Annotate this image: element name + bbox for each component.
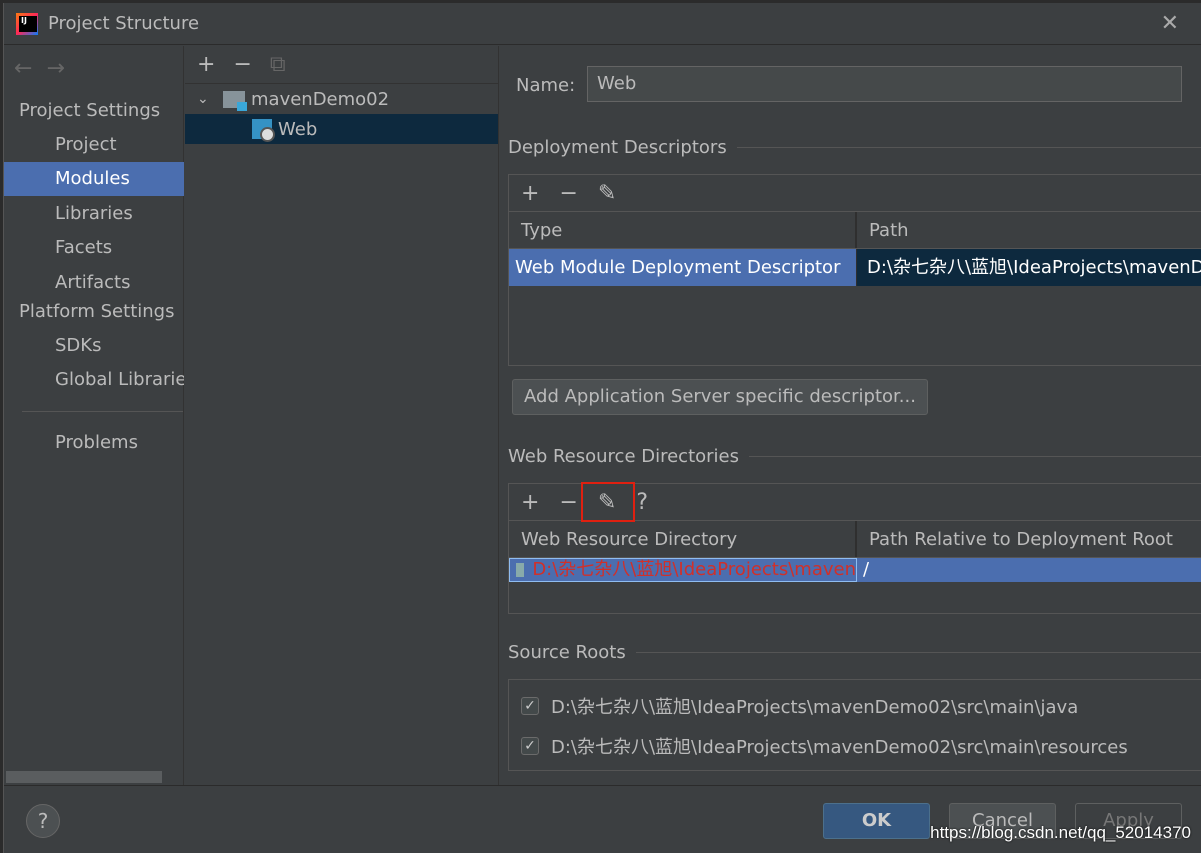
web-resource-directories-heading: Web Resource Directories [508,446,1201,467]
web-facet-icon [252,119,275,142]
tree-node-web[interactable]: Web [185,114,498,144]
remove-module-icon[interactable]: − [233,52,251,77]
table-row[interactable]: Web Module Deployment Descriptor D:\杂七杂八… [509,249,1201,286]
tree-node-mavendemo02[interactable]: ⌄ mavenDemo02 [185,84,498,114]
back-arrow-icon[interactable]: ← [14,56,46,81]
sidebar-item-facets[interactable]: Facets [4,231,184,265]
cell-relative-path: / [863,559,870,580]
remove-icon[interactable]: − [559,181,577,206]
ok-button[interactable]: OK [823,803,930,839]
horizontal-scrollbar[interactable] [6,771,162,783]
module-folder-icon [223,90,247,111]
watermark: https://blog.csdn.net/qq_52014370 [930,823,1191,842]
cell-type: Web Module Deployment Descriptor [509,249,857,286]
facet-detail-panel: Name: Web Deployment Descriptors + − ✎ T… [500,46,1201,785]
help-button[interactable]: ? [26,804,60,838]
tree-node-label: Web [278,118,318,140]
checkbox-checked[interactable]: ✓ [521,697,539,715]
close-icon[interactable]: ✕ [1161,11,1179,36]
sidebar-item-sdks[interactable]: SDKs [4,329,184,363]
sidebar-item-artifacts[interactable]: Artifacts [4,266,184,300]
column-header-type[interactable]: Type [509,212,857,248]
add-server-descriptor-button[interactable]: Add Application Server specific descript… [512,379,928,415]
highlight-box [581,482,635,522]
name-label: Name: [516,75,576,96]
chevron-down-icon[interactable]: ⌄ [197,91,223,107]
cell-directory: D:\杂七杂八\蓝旭\IdeaProjects\maven [509,558,857,582]
cell-path: D:\杂七杂八\蓝旭\IdeaProjects\mavenDe [857,249,1201,286]
copy-module-icon[interactable]: ⧉ [270,52,286,77]
tree-node-label: mavenDemo02 [251,88,390,110]
sidebar-item-modules[interactable]: Modules [4,162,184,196]
source-roots-heading: Source Roots [508,642,1201,663]
sidebar-item-problems[interactable]: Problems [4,426,184,460]
deployment-descriptors-table: + − ✎ Type Path Web Module Deployment Des… [508,174,1201,366]
help-icon[interactable]: ? [636,490,648,515]
column-header-relative-path[interactable]: Path Relative to Deployment Root [857,521,1173,557]
remove-icon[interactable]: − [559,490,577,515]
project-structure-dialog: Project Structure ✕ ←→ Project Settings … [3,3,1201,853]
edit-pencil-icon[interactable]: ✎ [598,181,616,206]
web-resource-directories-table: + − ✎ ? Web Resource Directory Path Relat… [508,482,1201,614]
dialog-title: Project Structure [48,13,200,34]
name-input[interactable]: Web [587,66,1182,102]
dialog-footer: ? OK Cancel Apply https://blog.csdn.net/… [4,785,1201,853]
platform-settings-heading: Platform Settings [19,301,175,322]
column-header-web-resource-directory[interactable]: Web Resource Directory [509,521,857,557]
table-row[interactable]: D:\杂七杂八\蓝旭\IdeaProjects\maven / [509,558,1201,582]
forward-arrow-icon[interactable]: → [46,56,78,81]
column-header-path[interactable]: Path [857,212,909,248]
source-root-item[interactable]: ✓ D:\杂七杂八\蓝旭\IdeaProjects\mavenDemo02\src… [509,726,1201,766]
settings-sidebar: ←→ Project Settings Project Modules Libr… [4,46,184,785]
module-tree-panel: + − ⧉ ⌄ mavenDemo02 Web [185,46,499,785]
intellij-logo-icon [16,12,38,35]
sidebar-item-project[interactable]: Project [4,128,184,162]
project-settings-heading: Project Settings [19,100,161,121]
sidebar-item-global-libraries[interactable]: Global Libraries [4,363,184,397]
sidebar-item-libraries[interactable]: Libraries [4,197,184,231]
folder-icon [516,563,525,577]
checkbox-checked[interactable]: ✓ [521,737,539,755]
source-root-item[interactable]: ✓ D:\杂七杂八\蓝旭\IdeaProjects\mavenDemo02\src… [509,686,1201,726]
add-module-icon[interactable]: + [197,52,215,77]
divider [22,411,183,412]
source-roots-list: ✓ D:\杂七杂八\蓝旭\IdeaProjects\mavenDemo02\src… [508,679,1201,771]
add-icon[interactable]: + [521,181,539,206]
title-bar: Project Structure ✕ [4,3,1201,45]
deployment-descriptors-heading: Deployment Descriptors [508,137,1201,158]
add-icon[interactable]: + [521,490,539,515]
